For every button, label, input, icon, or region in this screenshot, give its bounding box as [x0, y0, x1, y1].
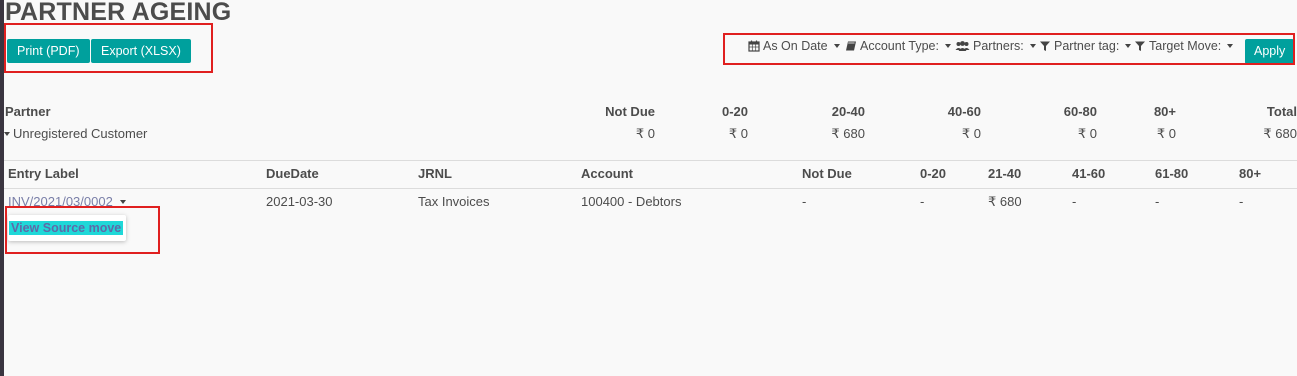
summary-80-plus: ₹ 0	[1156, 126, 1176, 141]
annotation-box-actions	[4, 23, 213, 73]
partner-name: Unregistered Customer	[13, 126, 148, 141]
detail-header-80-plus: 80+	[1239, 166, 1262, 181]
summary-40-60: ₹ 0	[961, 126, 981, 141]
chevron-down-icon	[119, 199, 126, 204]
detail-header-not-due: Not Due	[802, 166, 852, 181]
col-header-0-20: 0-20	[721, 104, 748, 119]
detail-header-due-date: DueDate	[266, 166, 319, 181]
col-header-40-60: 40-60	[947, 104, 981, 119]
summary-0-20: ₹ 0	[728, 126, 748, 141]
entry-not-due: -	[802, 194, 807, 209]
entry-journal: Tax Invoices	[418, 194, 490, 209]
detail-header-entry-label: Entry Label	[8, 166, 79, 181]
summary-not-due: ₹ 0	[635, 126, 655, 141]
entry-41-60: -	[1072, 194, 1077, 209]
entry-account: 100400 - Debtors	[581, 194, 682, 209]
entry-61-80: -	[1155, 194, 1160, 209]
annotation-box-filters	[723, 33, 1295, 65]
col-header-total: Total	[1266, 104, 1297, 119]
col-header-20-40: 20-40	[831, 104, 865, 119]
annotation-box-menu	[5, 206, 160, 254]
col-header-not-due: Not Due	[605, 104, 655, 119]
summary-60-80: ₹ 0	[1077, 126, 1097, 141]
detail-header-account: Account	[581, 166, 633, 181]
caret-down-icon	[4, 131, 10, 136]
summary-20-40: ₹ 680	[831, 126, 865, 141]
detail-header-jrnl: JRNL	[418, 166, 452, 181]
entry-0-20: -	[920, 194, 925, 209]
entry-21-40: ₹ 680	[988, 194, 1022, 209]
col-header-60-80: 60-80	[1063, 104, 1097, 119]
divider	[4, 160, 1297, 161]
detail-header-61-80: 61-80	[1155, 166, 1189, 181]
summary-total: ₹ 680	[1263, 126, 1297, 141]
partner-row-toggle[interactable]: Unregistered Customer	[4, 126, 147, 141]
detail-header-21-40: 21-40	[988, 166, 1022, 181]
entry-80-plus: -	[1239, 194, 1244, 209]
col-header-80-plus: 80+	[1153, 104, 1176, 119]
detail-header-0-20: 0-20	[920, 166, 947, 181]
detail-header-41-60: 41-60	[1072, 166, 1106, 181]
divider	[4, 188, 1297, 189]
entry-due-date: 2021-03-30	[266, 194, 333, 209]
col-header-partner: Partner	[5, 104, 51, 119]
